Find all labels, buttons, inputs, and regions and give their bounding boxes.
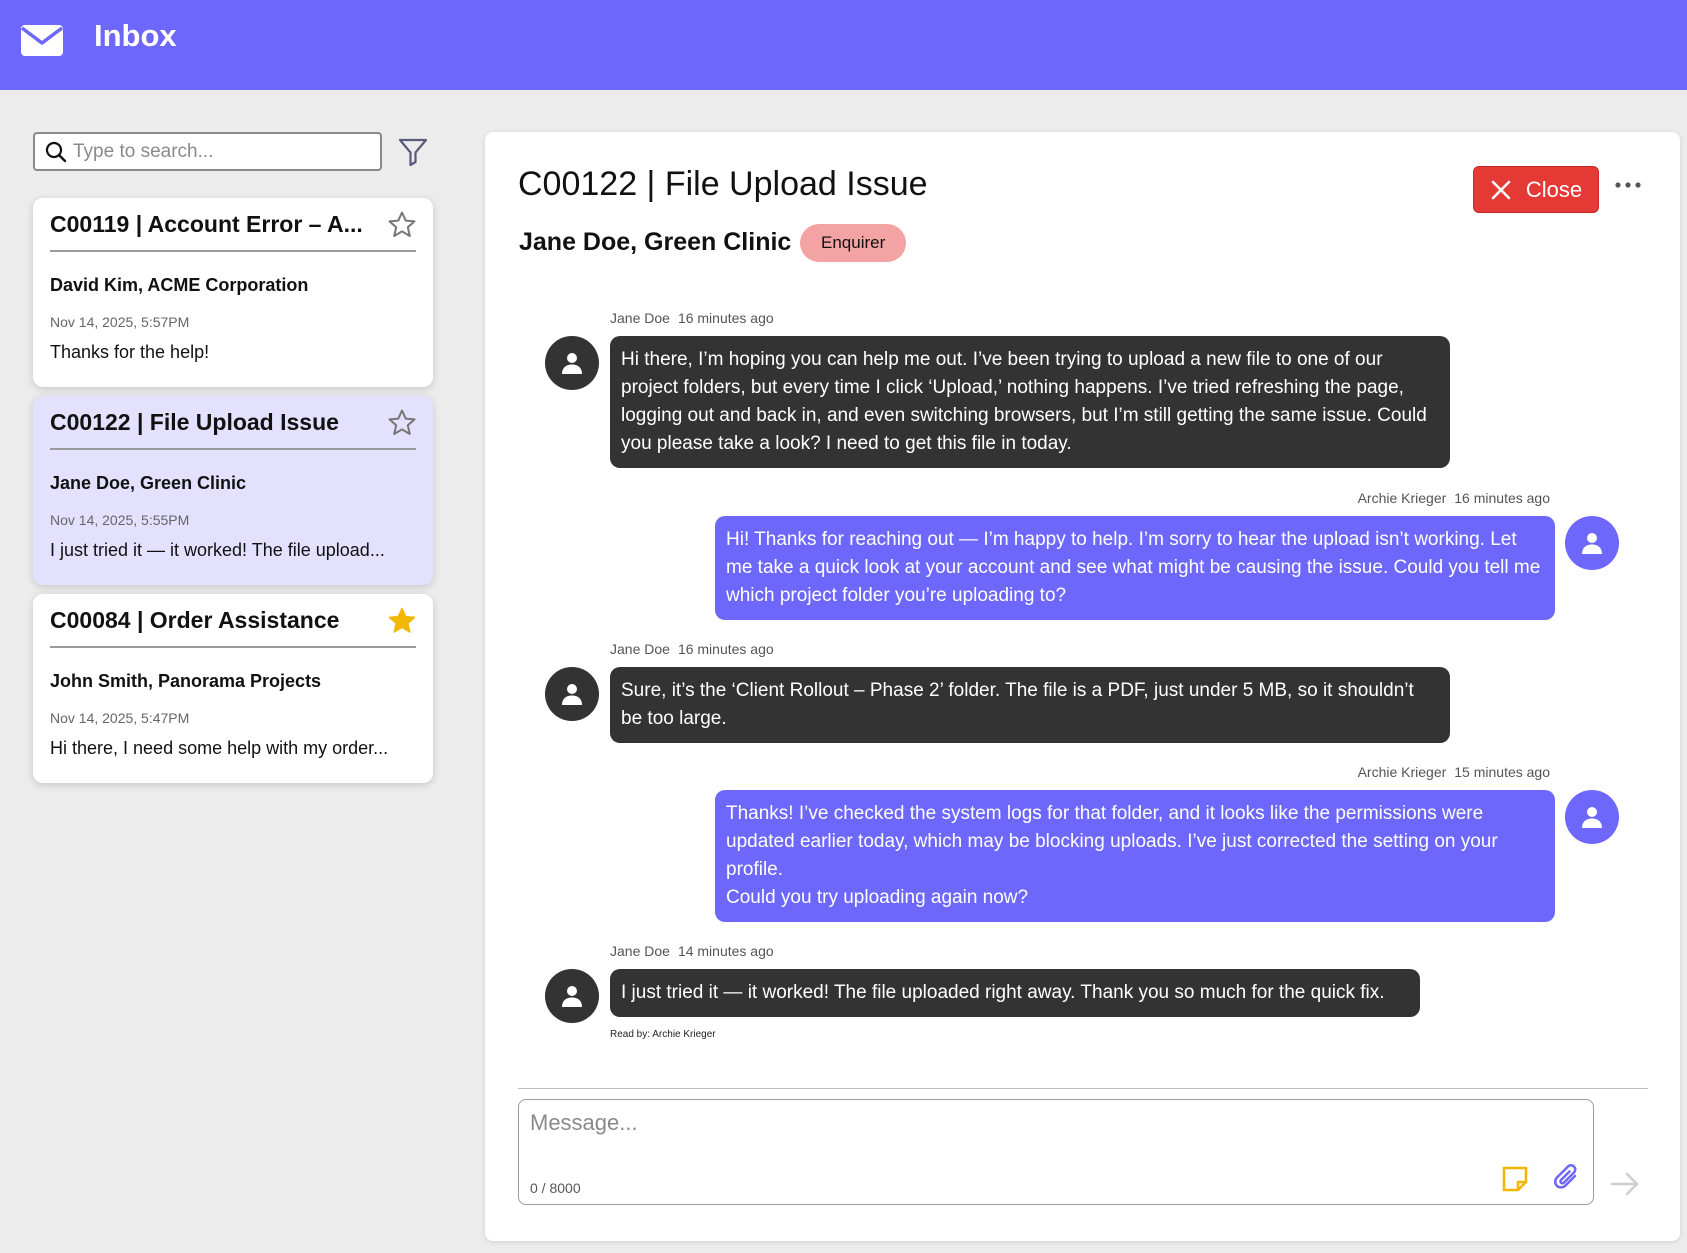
close-conversation-button[interactable]: Close bbox=[1473, 166, 1599, 213]
conversation-panel: C00122 | File Upload Issue Jane Doe, Gre… bbox=[485, 132, 1680, 1241]
search-input[interactable] bbox=[73, 140, 373, 163]
search-box[interactable] bbox=[33, 132, 382, 171]
card-divider bbox=[50, 448, 416, 450]
message-time: 15 minutes ago bbox=[1454, 764, 1550, 780]
message-input[interactable] bbox=[530, 1110, 1530, 1160]
search-icon bbox=[45, 141, 67, 162]
composer-divider bbox=[518, 1088, 1648, 1089]
message-sender: Jane Doe bbox=[610, 641, 670, 657]
card-title: C00122 | File Upload Issue bbox=[50, 409, 339, 435]
card-date: Nov 14, 2025, 5:55PM bbox=[50, 512, 190, 528]
card-contact: John Smith, Panorama Projects bbox=[50, 671, 322, 691]
card-title: C00119 | Account Error – A... bbox=[50, 211, 363, 237]
user-icon bbox=[1582, 807, 1602, 828]
customer-avatar bbox=[545, 667, 599, 721]
conversation-title: C00122 | File Upload Issue bbox=[518, 165, 928, 203]
message-composer[interactable]: 0 / 8000 bbox=[518, 1099, 1594, 1205]
star-filled-icon[interactable] bbox=[387, 606, 417, 636]
card-preview: I just tried it — it worked! The file up… bbox=[50, 540, 385, 560]
sticky-note-icon[interactable] bbox=[1500, 1164, 1530, 1194]
message-bubble-inbound: Sure, it’s the ‘Client Rollout – Phase 2… bbox=[610, 667, 1450, 743]
message-sender: Jane Doe bbox=[610, 310, 670, 326]
card-date: Nov 14, 2025, 5:47PM bbox=[50, 710, 190, 726]
message-sender: Jane Doe bbox=[610, 943, 670, 959]
message-time: 16 minutes ago bbox=[1454, 490, 1550, 506]
user-icon bbox=[562, 684, 582, 705]
card-contact: David Kim, ACME Corporation bbox=[50, 275, 309, 295]
star-outline-icon[interactable] bbox=[387, 408, 417, 438]
message-meta: Jane Doe 16 minutes ago bbox=[610, 641, 774, 657]
message-sender: Archie Krieger bbox=[1357, 490, 1447, 506]
filter-icon[interactable] bbox=[397, 136, 429, 168]
card-preview: Thanks for the help! bbox=[50, 342, 210, 362]
message-bubble-inbound: I just tried it — it worked! The file up… bbox=[610, 969, 1420, 1017]
card-divider bbox=[50, 646, 416, 648]
app-title: Inbox bbox=[94, 18, 177, 53]
conversation-card[interactable]: C00084 | Order Assistance John Smith, Pa… bbox=[33, 594, 433, 783]
card-contact: Jane Doe, Green Clinic bbox=[50, 473, 247, 493]
message-meta: Archie Krieger 16 minutes ago bbox=[1358, 490, 1550, 506]
message-bubble-outbound: Hi! Thanks for reaching out — I’m happy … bbox=[715, 516, 1555, 620]
more-horizontal-icon[interactable] bbox=[1613, 175, 1643, 195]
message-bubble-inbound: Hi there, I’m hoping you can help me out… bbox=[610, 336, 1450, 468]
message-meta: Archie Krieger 15 minutes ago bbox=[1358, 764, 1550, 780]
paperclip-icon[interactable] bbox=[1551, 1162, 1583, 1194]
top-bar: Inbox bbox=[0, 0, 1687, 90]
character-count: 0 / 8000 bbox=[530, 1180, 581, 1196]
card-divider bbox=[50, 250, 416, 252]
close-button-label: Close bbox=[1525, 176, 1583, 202]
role-badge: Enquirer bbox=[800, 224, 907, 262]
envelope-icon bbox=[20, 25, 64, 56]
message-time: 16 minutes ago bbox=[677, 641, 774, 657]
user-icon bbox=[562, 353, 582, 374]
agent-avatar bbox=[1565, 516, 1619, 570]
card-preview: Hi there, I need some help with my order… bbox=[50, 738, 389, 758]
send-arrow-icon[interactable] bbox=[1609, 1169, 1641, 1199]
message-meta: Jane Doe 16 minutes ago bbox=[610, 310, 774, 326]
star-outline-icon[interactable] bbox=[387, 210, 417, 240]
message-time: 14 minutes ago bbox=[677, 943, 774, 959]
message-sender: Archie Krieger bbox=[1357, 764, 1447, 780]
message-time: 16 minutes ago bbox=[677, 310, 774, 326]
read-receipt: Read by: Archie Krieger bbox=[610, 1029, 716, 1040]
conversation-card-selected[interactable]: C00122 | File Upload Issue Jane Doe, Gre… bbox=[33, 396, 433, 585]
message-bubble-outbound: Thanks! I’ve checked the system logs for… bbox=[715, 790, 1555, 922]
agent-avatar bbox=[1565, 790, 1619, 844]
user-icon bbox=[562, 986, 582, 1007]
card-title: C00084 | Order Assistance bbox=[50, 607, 340, 633]
customer-avatar bbox=[545, 969, 599, 1023]
close-icon bbox=[1491, 180, 1511, 199]
user-icon bbox=[1582, 533, 1602, 554]
card-date: Nov 14, 2025, 5:57PM bbox=[50, 314, 190, 330]
message-meta: Jane Doe 14 minutes ago bbox=[610, 943, 774, 959]
customer-avatar bbox=[545, 336, 599, 390]
conversation-card[interactable]: C00119 | Account Error – A... David Kim,… bbox=[33, 198, 433, 387]
conversation-contact: Jane Doe, Green Clinic bbox=[519, 228, 792, 256]
